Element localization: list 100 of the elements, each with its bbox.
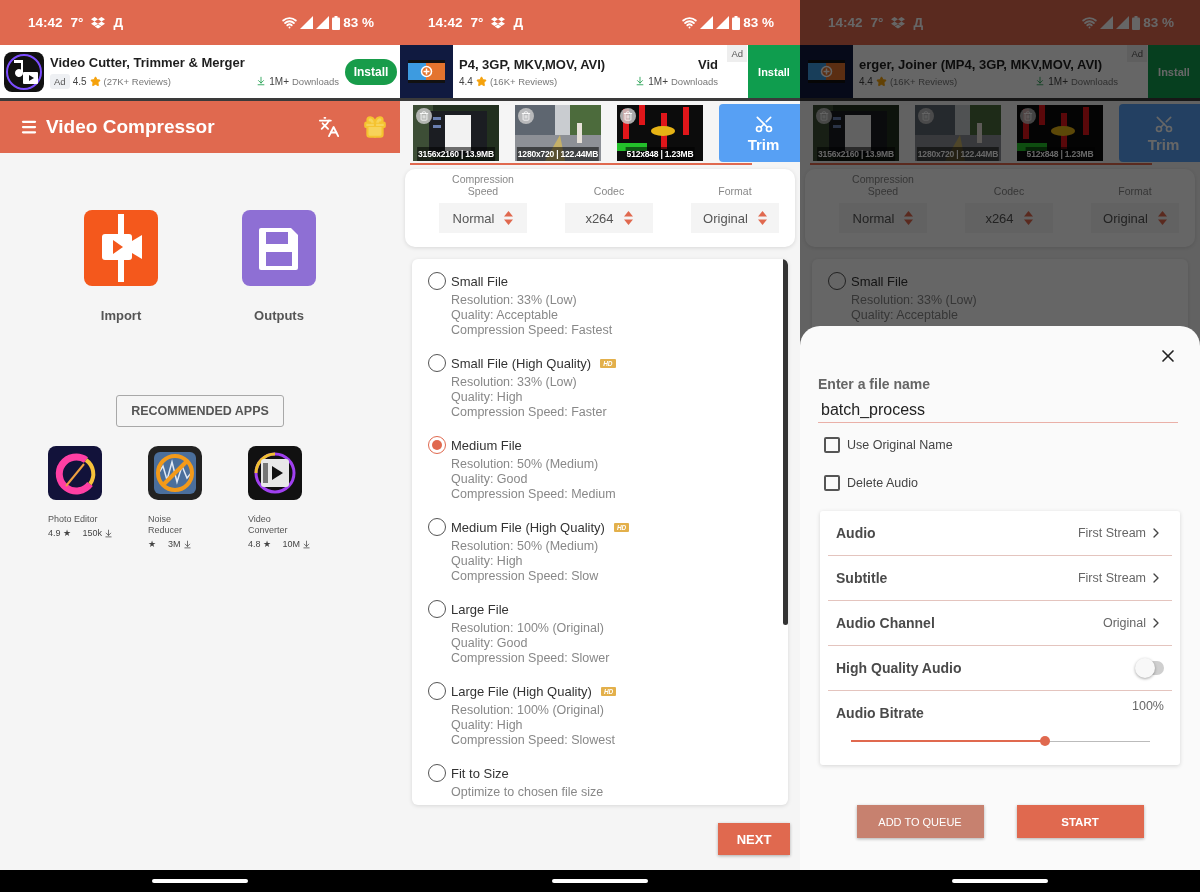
install-button[interactable]: Install xyxy=(748,45,800,98)
checkbox[interactable] xyxy=(824,437,840,453)
battery-level: 83 % xyxy=(1143,15,1174,30)
download-icon xyxy=(635,76,646,86)
gift-icon[interactable] xyxy=(362,114,388,140)
option-title[interactable]: Medium File xyxy=(451,437,522,453)
up-down-arrows-icon xyxy=(1157,211,1167,225)
up-down-arrows-icon xyxy=(904,211,914,225)
translate-icon[interactable] xyxy=(318,116,340,138)
battery-icon xyxy=(732,15,741,30)
app-icon[interactable] xyxy=(48,446,102,500)
setting-spinner[interactable]: Original xyxy=(691,203,779,233)
battery-icon xyxy=(1132,15,1141,30)
up-down-arrows-icon xyxy=(1023,211,1033,225)
option-detail: Optimize to chosen file size xyxy=(451,785,605,800)
star-text: ★ xyxy=(262,539,271,549)
option-detail: Compression Speed: Slowest xyxy=(451,733,616,748)
option-detail: Resolution: 33% (Low) xyxy=(451,293,578,308)
action-label[interactable]: Outputs xyxy=(254,308,304,323)
option-title[interactable]: Fit to Size xyxy=(451,765,509,781)
rating: 4.5 xyxy=(72,75,87,87)
app-rating: 4.9 xyxy=(48,528,61,538)
scissors-icon[interactable] xyxy=(753,113,774,134)
reviews-count: (16K+ Reviews) xyxy=(489,75,558,87)
option-detail: Quality: Good xyxy=(451,636,529,651)
download-icon xyxy=(182,539,192,549)
setting-spinner[interactable]: Normal xyxy=(439,203,527,233)
setting-label: Audio Channel xyxy=(836,615,935,631)
checkbox[interactable] xyxy=(824,475,840,491)
scissors-icon[interactable] xyxy=(1153,113,1174,134)
option-detail: Compression Speed: Faster xyxy=(451,405,608,420)
option-title[interactable]: Small File (High Quality) xyxy=(451,355,592,371)
clock: 14:42 xyxy=(828,15,863,30)
diamonds-icon xyxy=(491,16,506,29)
temperature: 7° xyxy=(70,15,84,30)
signal-icon xyxy=(300,16,314,29)
temperature: 7° xyxy=(470,15,484,30)
checkbox-label[interactable]: Delete Audio xyxy=(847,476,918,490)
star-text: ★ xyxy=(148,539,156,549)
option-detail: Compression Speed: Medium xyxy=(451,487,617,502)
clock: 14:42 xyxy=(428,15,463,30)
option-title[interactable]: Small File xyxy=(451,273,509,289)
setting-label: Codec xyxy=(592,184,626,199)
setting-row[interactable]: Audio First Stream xyxy=(820,511,1180,555)
option-title[interactable]: Medium File (High Quality) xyxy=(451,519,605,535)
install-button[interactable]: Install xyxy=(345,58,397,85)
carrier-text: Д xyxy=(913,15,924,30)
option-detail: Quality: High xyxy=(451,718,524,733)
option-detail: Resolution: 100% (Original) xyxy=(451,621,605,636)
setting-label: Format xyxy=(717,184,753,199)
ad-banner[interactable]: P4, 3GP, MKV,MOV, AVI) Vid 4.4 (16K+ Reviews) 1M+ Downloads Ad Install xyxy=(400,45,800,98)
ad-title: erger, Joiner (MP4, 3GP, MKV,MOV, AVI) xyxy=(859,56,1102,72)
option-title[interactable]: Large File xyxy=(451,601,509,617)
wifi-icon xyxy=(282,15,298,30)
option-title[interactable]: Large File (High Quality) xyxy=(451,683,592,699)
setting-value: Original xyxy=(1102,616,1146,630)
app-icon[interactable] xyxy=(148,446,202,500)
action-label[interactable]: Import xyxy=(100,308,142,323)
toggle-switch[interactable] xyxy=(1136,661,1164,675)
up-down-arrows-icon xyxy=(757,211,767,225)
rating: 4.4 xyxy=(859,75,873,87)
checkbox-label[interactable]: Use Original Name xyxy=(847,438,953,452)
setting-row[interactable]: Subtitle First Stream xyxy=(820,556,1180,600)
option-detail: Resolution: 50% (Medium) xyxy=(451,539,600,554)
download-icon xyxy=(104,528,114,538)
ad-title: Video Cutter, Trimmer & Merger xyxy=(50,54,245,70)
setting-row[interactable]: Audio Channel Original xyxy=(820,601,1180,645)
app-icon xyxy=(4,51,44,92)
ad-title: Vid xyxy=(698,56,718,72)
up-down-arrows-icon xyxy=(623,211,633,225)
slider[interactable] xyxy=(851,735,1150,747)
recommended-apps-button[interactable]: RECOMMENDED APPS xyxy=(116,395,284,427)
setting-value: 100% xyxy=(1132,699,1164,713)
app-rating: 4.8 xyxy=(248,539,261,549)
download-icon xyxy=(302,539,312,549)
field-label: Enter a file name xyxy=(818,376,932,392)
app-downloads: 3M xyxy=(168,539,181,549)
signal-icon xyxy=(316,16,330,29)
star-icon xyxy=(475,75,487,87)
up-down-arrows-icon xyxy=(504,211,514,225)
option-detail: Compression Speed: Slower xyxy=(451,651,611,666)
setting-label: High Quality Audio xyxy=(836,660,962,676)
signal-icon xyxy=(1100,16,1114,29)
download-icon xyxy=(1035,76,1046,86)
app-name: Photo Editor xyxy=(48,514,99,525)
menu-icon[interactable] xyxy=(20,118,38,136)
app-icon[interactable] xyxy=(248,446,302,500)
signal-icon xyxy=(716,16,730,29)
ad-banner[interactable]: Video Cutter, Trimmer & Merger Ad 4.5 (27K+ Reviews) 1M+ Downloads Install xyxy=(0,45,400,98)
setting-label: Audio xyxy=(836,525,876,541)
setting-label: Compression Speed xyxy=(451,172,515,199)
setting-spinner[interactable]: x264 xyxy=(565,203,653,233)
rating: 4.4 xyxy=(459,75,473,87)
video-import-icon[interactable] xyxy=(84,210,158,286)
carrier-text: Д xyxy=(513,15,524,30)
file-name-field[interactable]: batch_process xyxy=(818,401,1178,423)
option-detail: Resolution: 100% (Original) xyxy=(451,703,605,718)
downloads-label: Downloads xyxy=(292,75,339,87)
option-detail: Resolution: 50% (Medium) xyxy=(451,457,600,472)
app-name: Video Converter xyxy=(248,514,289,536)
